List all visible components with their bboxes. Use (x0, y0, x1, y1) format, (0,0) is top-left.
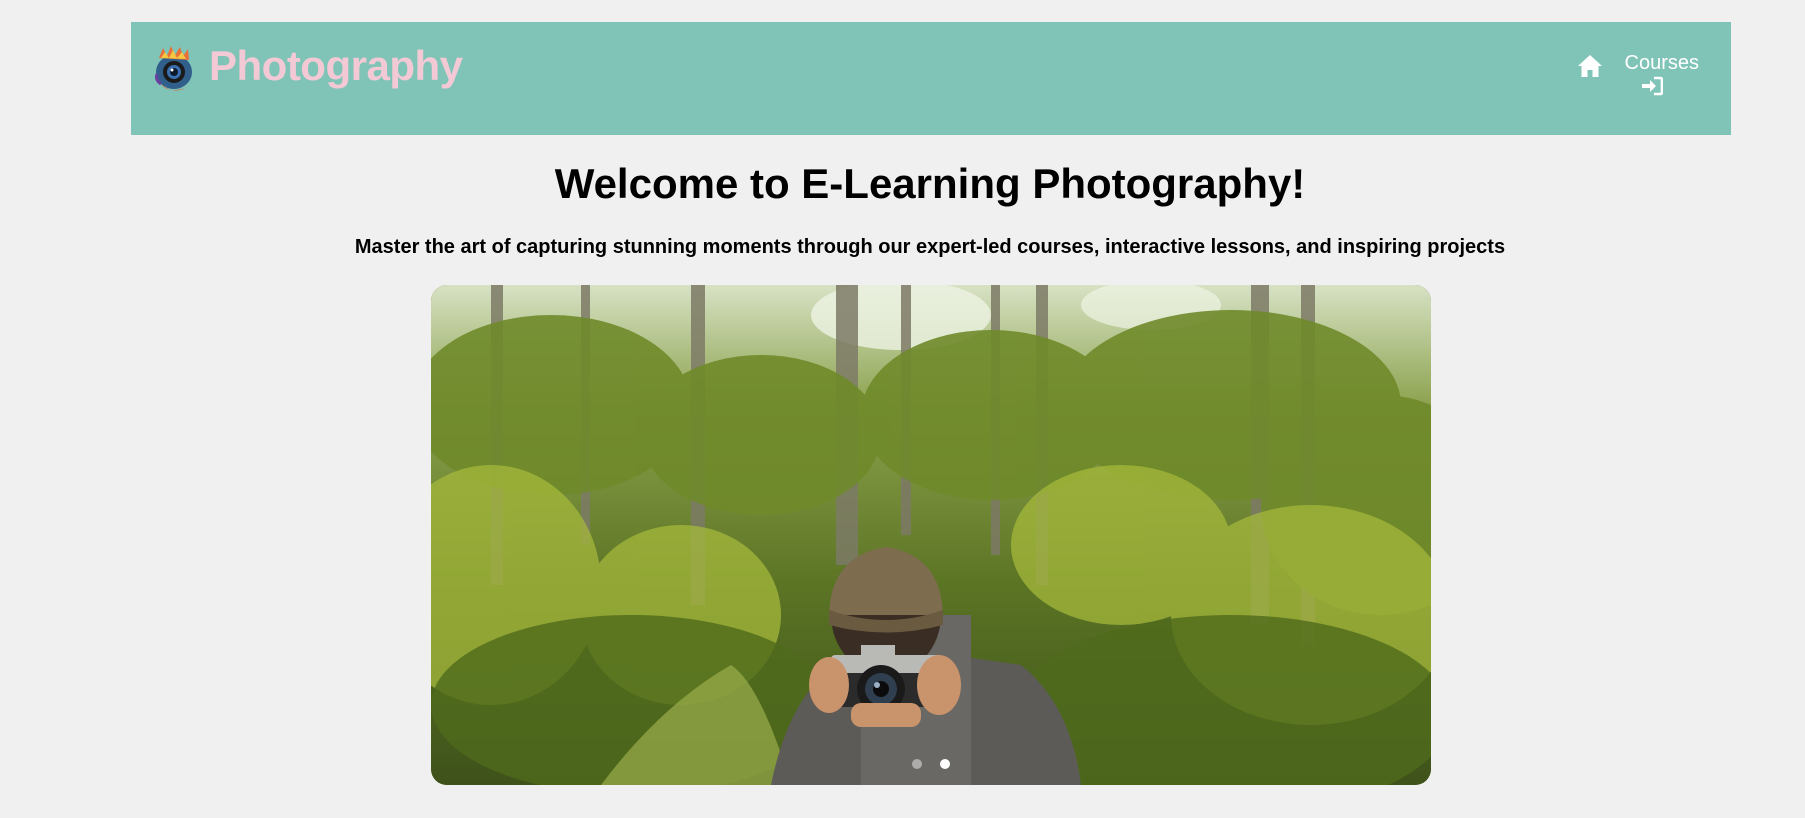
carousel-dot[interactable] (912, 759, 922, 769)
main-nav: Courses (1577, 52, 1699, 96)
page-title: Welcome to E-Learning Photography! (554, 160, 1306, 207)
courses-label[interactable]: Courses (1625, 52, 1699, 74)
login-icon[interactable] (1641, 76, 1664, 96)
carousel-dot-active[interactable] (940, 759, 950, 769)
courses-nav-link[interactable]: Courses (1625, 52, 1699, 96)
carousel-indicators (431, 759, 1431, 769)
camera-mascot-logo-icon (153, 44, 195, 94)
forest-photographer-image (431, 285, 1431, 785)
site-header: Photography Courses (131, 22, 1731, 135)
page-subtitle: Master the art of capturing stunning mom… (354, 236, 1506, 258)
brand[interactable]: Photography (153, 44, 463, 94)
brand-title[interactable]: Photography (209, 45, 463, 87)
hero-carousel[interactable] (431, 285, 1431, 785)
home-icon[interactable] (1577, 54, 1603, 80)
